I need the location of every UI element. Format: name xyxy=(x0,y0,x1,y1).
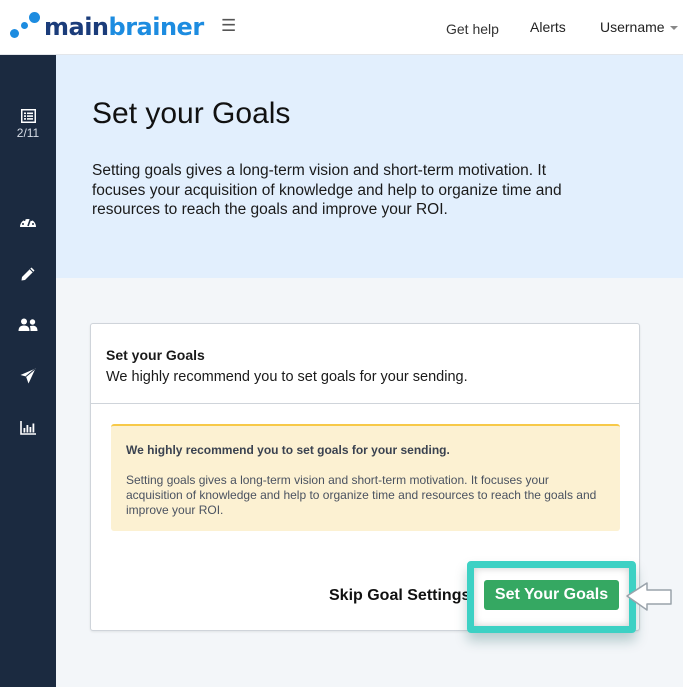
hamburger-icon[interactable]: ☰ xyxy=(221,17,236,35)
logo-text: mainbrainer xyxy=(44,12,204,42)
sidebar: 2/11 xyxy=(0,55,56,687)
sidebar-item-edit[interactable] xyxy=(0,266,56,282)
pencil-icon xyxy=(21,267,35,281)
sidebar-item-reports[interactable] xyxy=(0,421,56,435)
sidebar-item-steps[interactable]: 2/11 xyxy=(0,109,56,140)
page-hero: Set your Goals Setting goals gives a lon… xyxy=(56,55,683,278)
username-label: Username xyxy=(600,19,665,35)
page-title: Set your Goals xyxy=(92,97,291,130)
alert-body: Setting goals gives a long-term vision a… xyxy=(126,473,597,517)
step-counter: 2/11 xyxy=(16,126,40,140)
alert-title: We highly recommend you to set goals for… xyxy=(126,443,450,457)
dashboard-gauge-icon xyxy=(20,218,36,227)
alerts-link[interactable]: Alerts xyxy=(530,19,566,35)
sidebar-item-dashboard[interactable] xyxy=(0,214,56,228)
skip-goal-settings-button[interactable]: Skip Goal Settings xyxy=(329,587,470,605)
pointer-arrow-icon xyxy=(626,582,672,611)
top-navbar: mainbrainer ☰ Get help Alerts Username xyxy=(0,0,683,55)
logo-text-brainer: brainer xyxy=(108,13,205,41)
paper-plane-icon xyxy=(20,368,36,384)
caret-down-icon xyxy=(669,26,678,31)
logo-dots-icon xyxy=(10,12,40,42)
logo-text-main: main xyxy=(44,13,109,41)
users-icon xyxy=(18,318,38,331)
card-subtitle: We highly recommend you to set goals for… xyxy=(106,369,468,385)
set-your-goals-button[interactable]: Set Your Goals xyxy=(484,580,619,610)
sidebar-item-send[interactable] xyxy=(0,368,56,384)
mainbrainer-logo[interactable]: mainbrainer xyxy=(10,12,204,42)
recommendation-alert: We highly recommend you to set goals for… xyxy=(111,424,620,531)
page-description: Setting goals gives a long-term vision a… xyxy=(92,162,562,218)
card-header: Set your Goals We highly recommend you t… xyxy=(91,324,639,404)
user-menu[interactable]: Username xyxy=(600,19,678,35)
get-help-link[interactable]: Get help xyxy=(446,21,499,37)
bar-chart-icon xyxy=(20,421,36,435)
sidebar-item-contacts[interactable] xyxy=(0,318,56,332)
list-icon xyxy=(20,109,36,123)
card-title: Set your Goals xyxy=(106,347,205,363)
